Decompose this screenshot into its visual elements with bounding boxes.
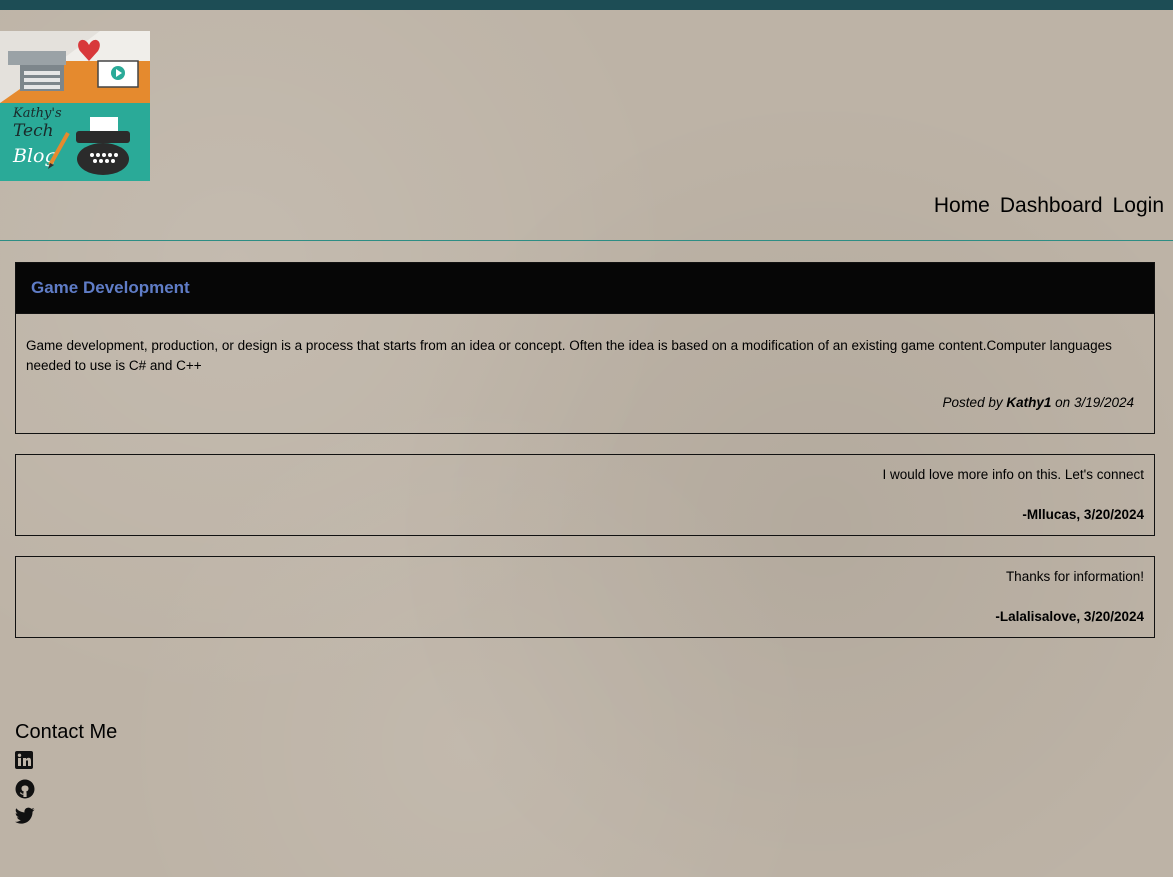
post-title[interactable]: Game Development	[31, 278, 190, 298]
nav-dashboard-link[interactable]: Dashboard	[1000, 194, 1103, 218]
comment-text: I would love more info on this. Let's co…	[882, 467, 1144, 482]
post-header: Game Development	[16, 263, 1154, 314]
comment-card: Thanks for information! -Lalalisalove, 3…	[15, 556, 1155, 638]
linkedin-icon[interactable]	[15, 751, 35, 771]
github-icon[interactable]	[15, 779, 35, 799]
post-meta: Posted by Kathy1 on 3/19/2024	[943, 395, 1134, 410]
contact-title: Contact Me	[15, 721, 118, 743]
comment-author: -Mllucas, 3/20/2024	[1022, 507, 1144, 522]
main-nav: Home Dashboard Login	[934, 194, 1164, 218]
comment-card: I would love more info on this. Let's co…	[15, 454, 1155, 536]
comment-author: -Lalalisalove, 3/20/2024	[995, 609, 1144, 624]
post-body: Game development, production, or design …	[26, 338, 1112, 373]
posted-by-label: Posted by	[942, 395, 1003, 410]
post-on-label: on	[1055, 395, 1071, 410]
twitter-icon[interactable]	[15, 807, 35, 827]
post-author: Kathy1	[1006, 395, 1052, 410]
post-card: Game Development Game development, produ…	[15, 262, 1155, 434]
comment-text: Thanks for information!	[1005, 569, 1144, 584]
nav-home-link[interactable]: Home	[934, 194, 990, 218]
nav-login-link[interactable]: Login	[1113, 194, 1164, 218]
site-logo[interactable]: Kathy's Tech Blog	[0, 31, 150, 181]
logo-illustration	[0, 31, 150, 103]
header-divider	[0, 240, 1173, 241]
post-date: 3/19/2024	[1073, 395, 1134, 410]
typewriter-icon	[48, 117, 130, 175]
logo-typewriter-panel: Kathy's Tech Blog	[0, 103, 150, 181]
top-bar	[0, 0, 1173, 10]
